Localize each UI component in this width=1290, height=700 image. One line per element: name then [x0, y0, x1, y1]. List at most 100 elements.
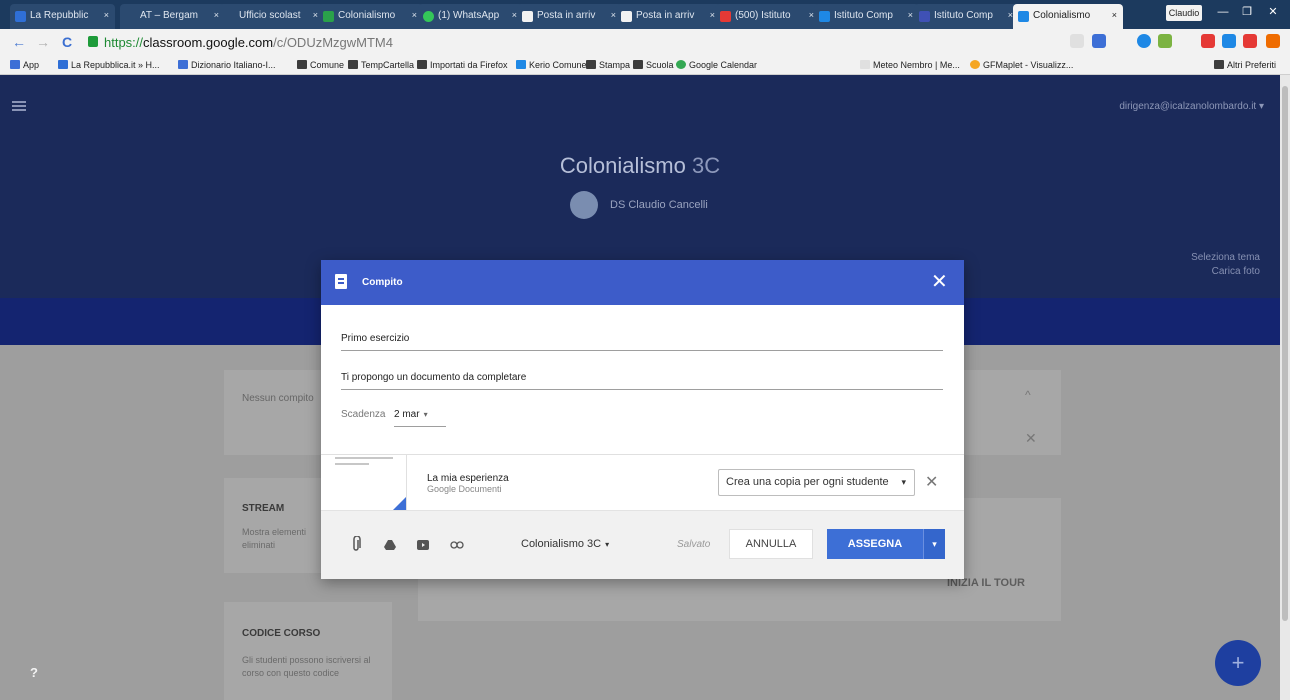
close-tab-icon[interactable]: × [104, 10, 109, 20]
bookmark-folder[interactable]: Importati da Firefox [417, 60, 508, 70]
hamburger-menu-icon[interactable] [12, 105, 26, 107]
browser-tab[interactable]: Istituto Comp × [814, 4, 919, 29]
bookmark-star-icon[interactable] [1070, 34, 1084, 48]
browser-tab[interactable]: (1) WhatsApp × [418, 4, 523, 29]
document-thumbnail[interactable] [333, 455, 407, 511]
class-select[interactable]: Colonialismo 3C ▾ [521, 538, 609, 550]
adblock-extension-icon[interactable] [1201, 34, 1215, 48]
stream-title: STREAM [242, 503, 285, 514]
close-tab-icon[interactable]: × [412, 10, 417, 20]
bookmark-item[interactable]: GFMaplet - Visualizz... [970, 60, 1073, 70]
dialog-title: Compito [362, 277, 403, 288]
skype-extension-icon[interactable] [1137, 34, 1151, 48]
bookmark-item[interactable]: Google Calendar [676, 60, 757, 70]
bookmark-folder[interactable]: Altri Preferiti [1214, 60, 1276, 70]
account-menu[interactable]: dirigenza@icalzanolombardo.it ▾ [1119, 101, 1264, 112]
collapse-icon[interactable]: ^ [1025, 388, 1031, 402]
bookmark-item[interactable]: La Repubblica.it » H... [58, 60, 160, 70]
assignment-title-field[interactable]: Primo esercizio [341, 333, 943, 351]
folder-icon [348, 60, 358, 69]
profile-button[interactable]: Claudio [1166, 5, 1202, 21]
browser-tab[interactable]: Istituto Comp × [914, 4, 1019, 29]
browser-tab[interactable]: AT – Bergam × [120, 4, 225, 29]
site-icon [58, 60, 68, 69]
apps-icon [10, 60, 20, 69]
folder-icon [586, 60, 596, 69]
bookmark-folder[interactable]: Scuola [633, 60, 674, 70]
browser-tab[interactable]: Posta in arriv × [616, 4, 721, 29]
extension-icon[interactable] [1243, 34, 1257, 48]
youtube-icon[interactable] [417, 539, 429, 551]
folder-icon [633, 60, 643, 69]
site-favicon-icon [919, 11, 930, 22]
folder-icon [297, 60, 307, 69]
browser-tab[interactable]: Ufficio scolast × [219, 4, 324, 29]
bookmark-folder[interactable]: TempCartella [348, 60, 414, 70]
url-text: https://classroom.google.com/c/ODUzMzgwM… [104, 35, 393, 50]
minimize-button[interactable]: — [1212, 3, 1234, 21]
bookmark-item[interactable]: Meteo Nembro | Me... [860, 60, 960, 70]
back-button[interactable]: ← [12, 34, 26, 50]
help-button[interactable]: ? [30, 665, 38, 680]
scrollbar-thumb[interactable] [1282, 86, 1288, 621]
stream-description[interactable]: Mostra elementi eliminati [242, 526, 312, 552]
bookmark-folder[interactable]: Comune [297, 60, 344, 70]
assignment-dialog: Compito ✕ Primo esercizio Ti propongo un… [321, 260, 964, 579]
announcement-card-right: ^ ✕ [963, 370, 1061, 455]
select-theme-link[interactable]: Seleziona tema [1191, 251, 1260, 265]
close-tab-icon[interactable]: × [1112, 10, 1117, 20]
site-icon [516, 60, 526, 69]
reload-button[interactable]: C [62, 34, 72, 50]
upload-photo-link[interactable]: Carica foto [1191, 265, 1260, 279]
attachment-name[interactable]: La mia esperienza [427, 473, 509, 484]
instructions-field[interactable]: Ti propongo un documento da completare [341, 372, 943, 390]
browser-tab-active[interactable]: Colonialismo × [1013, 4, 1123, 29]
remove-attachment-icon[interactable]: ✕ [925, 472, 938, 492]
browser-tab-strip: La Repubblic × AT – Bergam × Ufficio scola… [0, 0, 1290, 29]
link-icon[interactable] [450, 539, 464, 551]
bookmark-item[interactable]: Kerio Comune [516, 60, 587, 70]
address-bar[interactable]: https://classroom.google.com/c/ODUzMzgwM… [84, 32, 1084, 53]
browser-tab[interactable]: Posta in arriv × [517, 4, 622, 29]
folder-icon [1214, 60, 1224, 69]
due-date-select[interactable]: 2 mar ▾ [394, 409, 446, 427]
bookmarks-bar: App La Repubblica.it » H... Dizionario I… [0, 56, 1290, 75]
browser-tab[interactable]: Colonialismo × [318, 4, 423, 29]
course-code-description: Gli studenti possono iscriversi al corso… [242, 655, 371, 678]
site-favicon-icon [819, 11, 830, 22]
bookmark-folder[interactable]: Stampa [586, 60, 630, 70]
dialog-footer: Colonialismo 3C ▾ Salvato ANNULLA ASSEGNA… [321, 510, 964, 579]
avatar [570, 191, 598, 219]
bookmark-item[interactable]: App [10, 60, 39, 70]
browser-toolbar: ← → C https://classroom.google.com/c/ODU… [0, 29, 1290, 56]
close-tab-icon[interactable]: × [908, 10, 913, 20]
bookmark-item[interactable]: Dizionario Italiano-I... [178, 60, 276, 70]
assign-button[interactable]: ASSEGNA [827, 529, 923, 559]
assign-options-button[interactable]: ▾ [923, 529, 945, 559]
chevron-down-icon: ▾ [901, 477, 906, 487]
attach-file-icon[interactable] [351, 536, 361, 552]
dialog-header: Compito ✕ [321, 260, 964, 305]
drive-favicon-icon [323, 11, 334, 22]
calendar-icon [676, 60, 686, 69]
browser-tab[interactable]: (500) Istituto × [715, 4, 820, 29]
lock-icon [88, 36, 98, 47]
extension-icon[interactable] [1222, 34, 1236, 48]
add-fab-button[interactable]: + [1215, 640, 1261, 686]
menu-icon[interactable] [1266, 34, 1280, 48]
extension-icon[interactable] [1158, 34, 1172, 48]
maximize-button[interactable]: ❐ [1236, 3, 1258, 21]
close-dialog-icon[interactable]: ✕ [931, 270, 948, 294]
stream-card: STREAM Mostra elementi eliminati [224, 478, 324, 573]
cancel-button[interactable]: ANNULLA [729, 529, 813, 559]
google-drive-icon[interactable] [384, 539, 396, 551]
assignment-icon [335, 274, 347, 289]
extension-icon[interactable] [1092, 34, 1106, 48]
close-window-button[interactable]: ✕ [1262, 3, 1284, 21]
forward-button[interactable]: → [36, 34, 50, 50]
site-icon [178, 60, 188, 69]
close-icon[interactable]: ✕ [1025, 430, 1037, 447]
save-status: Salvato [677, 539, 711, 550]
share-mode-select[interactable]: Crea una copia per ogni studente ▾ [718, 469, 915, 496]
browser-tab[interactable]: La Repubblic × [10, 4, 115, 29]
